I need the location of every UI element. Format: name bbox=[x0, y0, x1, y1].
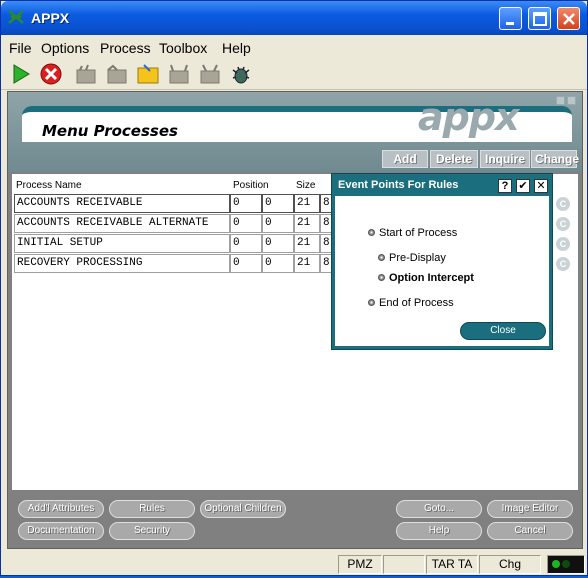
cell-position-row[interactable]: 0 bbox=[230, 234, 262, 253]
dialog-body: Start of Process Pre-Display Option Inte… bbox=[335, 196, 549, 346]
event-points-dialog: Event Points For Rules ? ✔ ✕ Start of Pr… bbox=[331, 173, 553, 350]
appx-logo-icon bbox=[8, 10, 24, 24]
radio-icon[interactable] bbox=[378, 253, 385, 261]
cell-position-col[interactable]: 0 bbox=[262, 214, 294, 233]
header-band: Menu Processes appx SOFTWARE Add Delete … bbox=[8, 92, 582, 172]
bug-icon[interactable] bbox=[229, 62, 253, 86]
run-icon[interactable] bbox=[9, 62, 33, 86]
cell-position-row[interactable]: 0 bbox=[230, 214, 262, 233]
menu-file[interactable]: File bbox=[9, 40, 32, 56]
row-marker[interactable]: C bbox=[556, 197, 570, 211]
maximize-button[interactable] bbox=[528, 7, 551, 30]
security-button[interactable]: Security bbox=[109, 522, 195, 540]
window-title: APPX bbox=[31, 10, 70, 26]
close-window-button[interactable] bbox=[557, 7, 580, 30]
radio-icon[interactable] bbox=[368, 228, 375, 236]
option-pre-display[interactable]: Pre-Display bbox=[378, 252, 446, 264]
status-tar: TAR TA bbox=[426, 555, 478, 574]
column-header-size: Size bbox=[296, 180, 316, 191]
column-header-process-name: Process Name bbox=[16, 180, 82, 191]
cell-process-name[interactable]: ACCOUNTS RECEIVABLE ALTERNATE bbox=[14, 214, 230, 233]
maximize-icon bbox=[533, 12, 547, 26]
cell-size-rows[interactable]: 21 bbox=[294, 234, 320, 253]
row-marker[interactable]: C bbox=[556, 237, 570, 251]
appx-logo: appx bbox=[418, 95, 520, 139]
cell-position-col[interactable]: 0 bbox=[262, 194, 294, 213]
addl-attributes-button[interactable]: Add'l Attributes bbox=[18, 500, 104, 518]
cell-process-name[interactable]: RECOVERY PROCESSING bbox=[14, 254, 230, 273]
cell-position-row[interactable]: 0 bbox=[230, 194, 262, 213]
minimize-button[interactable] bbox=[499, 7, 522, 30]
row-marker[interactable]: C bbox=[556, 257, 570, 271]
page-title: Menu Processes bbox=[42, 122, 178, 140]
toolbar bbox=[1, 58, 587, 90]
menu-process[interactable]: Process bbox=[100, 40, 151, 56]
open-folder-icon[interactable] bbox=[136, 62, 160, 86]
goto-button[interactable]: Goto... bbox=[396, 500, 482, 518]
option-option-intercept[interactable]: Option Intercept bbox=[378, 272, 474, 284]
rules-button[interactable]: Rules bbox=[109, 500, 195, 518]
cell-size-rows[interactable]: 21 bbox=[294, 254, 320, 273]
close-icon bbox=[563, 13, 575, 25]
status-empty bbox=[383, 555, 425, 574]
dialog-close-x-button[interactable]: ✕ bbox=[534, 179, 548, 193]
stop-icon[interactable] bbox=[39, 62, 63, 86]
column-header-position: Position bbox=[233, 180, 269, 191]
change-button[interactable]: Change bbox=[531, 150, 579, 168]
row-marker[interactable]: C bbox=[556, 217, 570, 231]
dialog-close-button[interactable]: Close bbox=[460, 322, 546, 340]
cancel-button[interactable]: Cancel bbox=[487, 522, 573, 540]
optional-children-button[interactable]: Optional Children bbox=[200, 500, 286, 518]
menu-bar: File Options Process Toolbox Help bbox=[1, 36, 587, 58]
status-bar: PMZ TAR TA Chg bbox=[1, 553, 587, 575]
activity-indicator-icon bbox=[547, 555, 585, 574]
radio-icon[interactable] bbox=[378, 273, 385, 281]
radio-icon[interactable] bbox=[368, 298, 375, 306]
delete-button[interactable]: Delete bbox=[430, 150, 478, 168]
title-bar[interactable]: APPX bbox=[1, 1, 587, 35]
documentation-button[interactable]: Documentation bbox=[18, 522, 104, 540]
help-button[interactable]: Help bbox=[396, 522, 482, 540]
dialog-ok-button[interactable]: ✔ bbox=[516, 179, 530, 193]
menu-help[interactable]: Help bbox=[222, 40, 251, 56]
cell-position-row[interactable]: 0 bbox=[230, 254, 262, 273]
tv-tool-icon[interactable] bbox=[198, 62, 222, 86]
cell-position-col[interactable]: 0 bbox=[262, 234, 294, 253]
cell-size-rows[interactable]: 21 bbox=[294, 214, 320, 233]
cell-process-name[interactable]: ACCOUNTS RECEIVABLE bbox=[14, 194, 230, 213]
cell-position-col[interactable]: 0 bbox=[262, 254, 294, 273]
tray-tool-icon[interactable] bbox=[167, 62, 191, 86]
image-editor-button[interactable]: Image Editor bbox=[487, 500, 573, 518]
dialog-title: Event Points For Rules bbox=[338, 179, 459, 191]
folder-tool-icon[interactable] bbox=[74, 62, 98, 86]
inquire-button[interactable]: Inquire bbox=[480, 150, 530, 168]
appx-logo-subtitle: SOFTWARE bbox=[498, 134, 552, 143]
add-button[interactable]: Add bbox=[382, 150, 428, 168]
cell-process-name[interactable]: INITIAL SETUP bbox=[14, 234, 230, 253]
option-end-of-process[interactable]: End of Process bbox=[368, 297, 454, 309]
menu-toolbox[interactable]: Toolbox bbox=[159, 40, 207, 56]
menu-options[interactable]: Options bbox=[41, 40, 89, 56]
status-pmz: PMZ bbox=[338, 555, 382, 574]
app-window: APPX File Options Process Toolbox Help M… bbox=[0, 0, 588, 576]
cell-size-rows[interactable]: 21 bbox=[294, 194, 320, 213]
box-tool-icon[interactable] bbox=[105, 62, 129, 86]
option-start-of-process[interactable]: Start of Process bbox=[368, 227, 457, 239]
minimize-icon bbox=[506, 22, 514, 25]
status-chg: Chg bbox=[479, 555, 541, 574]
dialog-help-button[interactable]: ? bbox=[498, 179, 512, 193]
